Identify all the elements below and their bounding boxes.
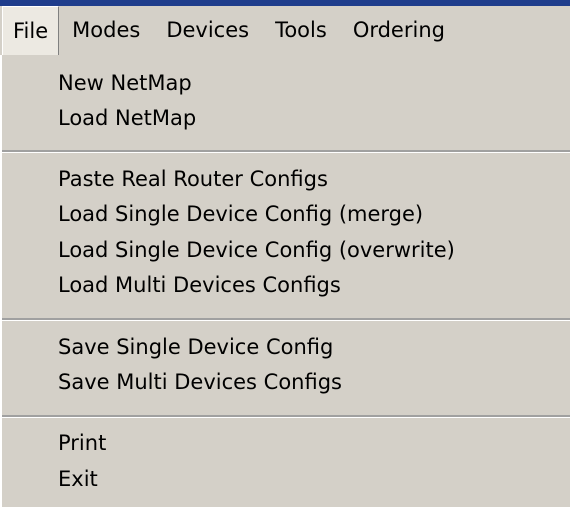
menu-separator <box>2 415 570 418</box>
menu-item-load-single-device-config-overwrite[interactable]: Load Single Device Config (overwrite) <box>58 238 455 262</box>
menu-separator <box>2 318 570 321</box>
menu-item-print[interactable]: Print <box>58 431 106 455</box>
menu-item-save-multi-devices-configs[interactable]: Save Multi Devices Configs <box>58 370 342 394</box>
menu-item-load-single-device-config-merge[interactable]: Load Single Device Config (merge) <box>58 202 423 226</box>
menu-file[interactable]: File <box>2 6 60 55</box>
menu-modes[interactable]: Modes <box>59 6 153 55</box>
menu-item-new-netmap[interactable]: New NetMap <box>58 71 192 95</box>
menu-item-load-multi-devices-configs[interactable]: Load Multi Devices Configs <box>58 273 341 297</box>
menu-item-exit[interactable]: Exit <box>58 467 98 491</box>
menu-tools[interactable]: Tools <box>262 6 340 55</box>
menu-bar: File Modes Devices Tools Ordering <box>0 6 570 55</box>
menu-item-save-single-device-config[interactable]: Save Single Device Config <box>58 335 333 359</box>
file-dropdown-menu: New NetMap Load NetMap Paste Real Router… <box>0 55 570 507</box>
menu-devices[interactable]: Devices <box>153 6 262 55</box>
menu-item-paste-real-router-configs[interactable]: Paste Real Router Configs <box>58 167 328 191</box>
menu-separator <box>2 150 570 153</box>
menu-item-load-netmap[interactable]: Load NetMap <box>58 106 196 130</box>
menu-ordering[interactable]: Ordering <box>340 6 458 55</box>
